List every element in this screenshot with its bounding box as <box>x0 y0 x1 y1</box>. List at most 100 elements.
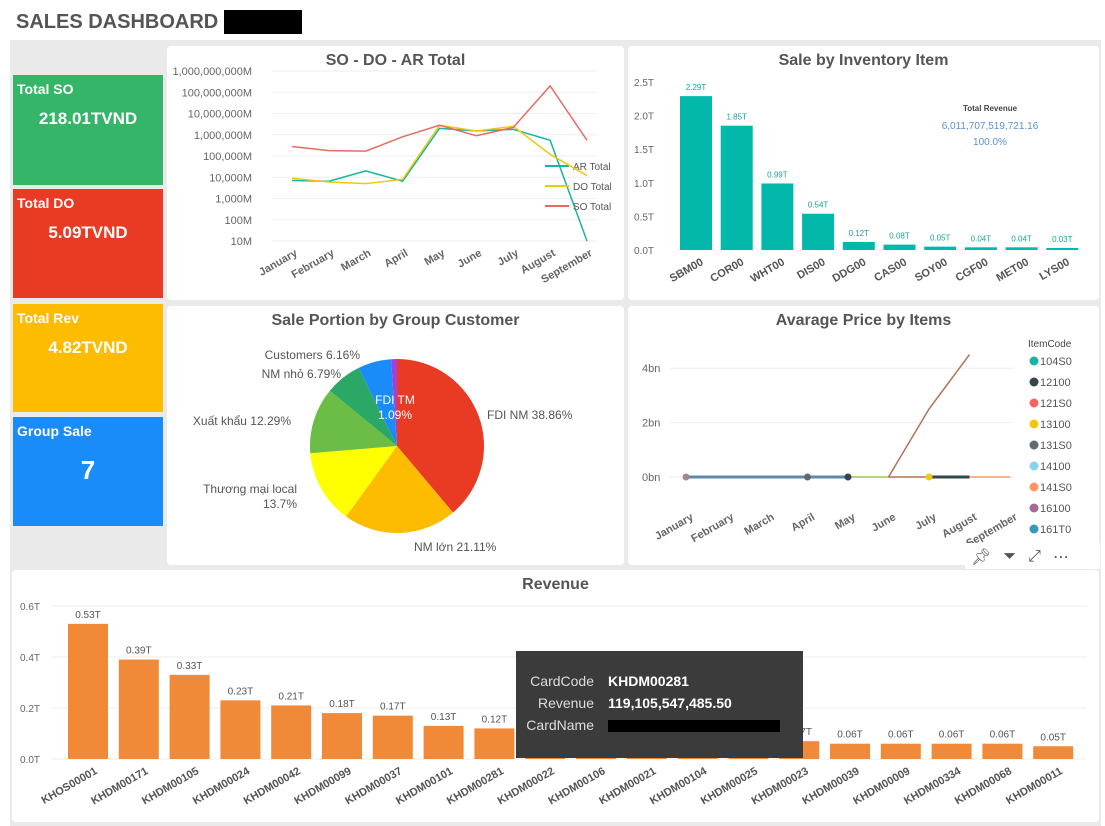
legend-label: 16100 <box>1040 503 1071 515</box>
redacted-card-name <box>608 720 780 732</box>
series-line <box>291 124 588 185</box>
tooltip-value: 119,105,547,485.50 <box>608 695 732 711</box>
card-value: 5.09TVND <box>48 223 128 242</box>
x-tick-label: January <box>653 511 696 543</box>
series-line <box>291 127 588 242</box>
card-group-sale[interactable]: Group Sale 7 <box>13 417 163 526</box>
card-total-so[interactable]: Total SO 218.01TVND <box>13 75 163 185</box>
bar <box>169 674 210 759</box>
x-tick-label: COR00 <box>708 256 746 285</box>
y-tick-label: 100,000M <box>203 151 252 163</box>
series-line <box>291 84 588 152</box>
y-tick-label: 0.2T <box>20 704 40 715</box>
data-label: 0.99T <box>767 170 788 179</box>
legend-label: 104S0 <box>1040 356 1072 368</box>
annotation-percent: 100.0% <box>973 137 1007 148</box>
legend-dot <box>1029 461 1039 471</box>
slice-label: Xuất khẩu 12.29% <box>193 414 291 428</box>
y-tick-label: 10,000M <box>209 172 252 184</box>
x-tick-label: KHDM00011 <box>1004 765 1065 807</box>
legend-label: 121S0 <box>1040 398 1072 410</box>
redacted-box <box>224 10 303 34</box>
filter-icon[interactable]: ⏷ <box>1003 546 1016 566</box>
data-label: 0.12T <box>482 714 508 725</box>
bar <box>1046 247 1079 250</box>
x-tick-label: CGF00 <box>954 256 991 284</box>
x-tick-label: KHDM00022 <box>496 765 557 807</box>
y-tick-label: 0.4T <box>20 653 40 664</box>
x-tick-label: WHT00 <box>749 256 787 285</box>
so-do-ar-chart[interactable]: SO - DO - AR Total 10M 100M 1,000M 10,000M 10… <box>167 46 624 300</box>
bar <box>964 247 997 250</box>
y-tick-label: 4bn <box>642 363 660 375</box>
bar <box>761 183 794 250</box>
legend-label: 13100 <box>1040 419 1071 431</box>
card-total-do[interactable]: Total DO 5.09TVND <box>13 189 163 298</box>
x-tick-label: KHDM00021 <box>597 765 658 807</box>
y-tick-label: 1,000,000M <box>194 130 252 142</box>
tooltip-key: Revenue <box>537 695 594 711</box>
data-label: 0.06T <box>990 730 1016 741</box>
annotation-value: 6,011,707,519,721.16 <box>942 121 1039 132</box>
group-customer-pie[interactable]: Sale Portion by Group Customer FDI NM 38.… <box>167 306 624 565</box>
card-label: Total Rev <box>17 310 79 326</box>
slice-label: FDI TM <box>375 393 415 407</box>
x-tick-label: SOY00 <box>913 256 950 284</box>
bar <box>924 246 957 250</box>
avg-price-chart[interactable]: Avarage Price by Items 0bn 2bn 4bn January Fe… <box>628 306 1099 565</box>
legend-dot <box>1029 377 1039 387</box>
inventory-chart[interactable]: Sale by Inventory Item 0.0T 0.5T 1.0T 1.5T 2.… <box>628 46 1099 300</box>
x-tick-label: KHDM00039 <box>800 765 861 807</box>
x-tick-label: June <box>456 247 484 270</box>
tooltip-key: CardCode <box>530 673 594 689</box>
x-tick-label: KHDM00068 <box>953 765 1014 807</box>
y-tick-label: 0.6T <box>20 602 40 613</box>
card-label: Group Sale <box>17 423 92 439</box>
bar <box>830 743 870 759</box>
y-tick-label: 2.5T <box>634 78 654 89</box>
bar <box>372 715 413 759</box>
x-tick-label: KHDM00105 <box>140 765 201 807</box>
x-tick-label: March <box>339 247 373 274</box>
bar <box>720 125 753 250</box>
card-value: 218.01TVND <box>38 109 138 128</box>
data-label: 0.23T <box>228 686 254 697</box>
focus-mode-icon[interactable]: ⤢ <box>1028 546 1041 566</box>
data-label: 0.03T <box>1052 235 1073 244</box>
card-total-rev[interactable]: Total Rev 4.82TVND <box>13 304 163 412</box>
tooltip: CardCode KHDM00281 Revenue 119,105,547,485… <box>516 651 803 758</box>
more-options-icon[interactable]: ⋯ <box>1053 547 1069 566</box>
x-tick-label: KHDM00171 <box>89 765 150 807</box>
y-tick-label: 2.0T <box>634 112 654 123</box>
legend-label: 161T0 <box>1040 524 1071 536</box>
bar <box>680 96 712 250</box>
data-marker <box>844 473 852 481</box>
data-label: 0.06T <box>837 730 863 741</box>
pin-icon[interactable]: 📌︎ <box>971 547 991 566</box>
data-marker <box>804 473 811 481</box>
x-tick-label: SBM00 <box>668 256 706 285</box>
data-label: 0.18T <box>329 699 355 710</box>
x-tick-label: KHDM00106 <box>546 765 607 807</box>
x-tick-label: July <box>913 511 939 533</box>
x-tick-label: KHDM00023 <box>750 765 811 807</box>
data-label: 0.08T <box>889 232 910 241</box>
bar <box>842 241 875 250</box>
legend-label: 131S0 <box>1040 440 1072 452</box>
x-tick-label: KHDM00009 <box>851 765 912 807</box>
bar <box>931 743 972 759</box>
y-tick-label: 0.0T <box>20 755 40 766</box>
legend-label: 141S0 <box>1040 482 1072 494</box>
card-label: Total DO <box>17 195 75 211</box>
legend-dot <box>1029 482 1039 492</box>
y-tick-label: 10,000,000M <box>188 109 252 121</box>
bar <box>883 244 916 250</box>
bar <box>118 659 159 759</box>
x-tick-label: May <box>422 247 447 269</box>
data-label: 2.29T <box>686 83 707 92</box>
data-label: 0.21T <box>278 691 304 702</box>
x-tick-label: April <box>382 247 410 270</box>
data-label: 0.54T <box>808 201 829 210</box>
legend-dot <box>1029 419 1039 429</box>
data-marker <box>682 473 690 481</box>
